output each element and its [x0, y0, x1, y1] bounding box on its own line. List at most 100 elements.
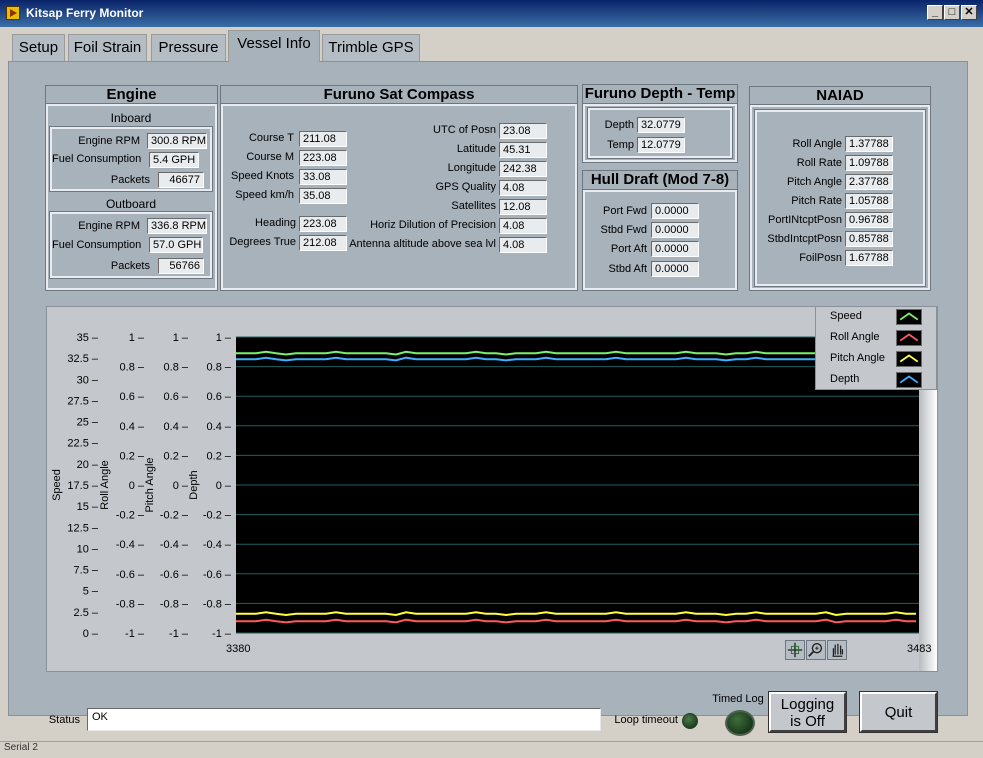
loop-timeout-indicator — [682, 713, 698, 729]
stbd-fwd-label: Stbd Fwd — [600, 224, 647, 236]
outboard-fuel-value: 57.0 GPH — [149, 237, 203, 253]
outboard-fuel-label: Fuel Consumption — [52, 239, 142, 251]
window-title: Kitsap Ferry Monitor — [26, 6, 144, 20]
hdop-label: Horiz Dilution of Precision — [370, 219, 496, 231]
legend-label: Pitch Angle — [830, 352, 886, 364]
hand-icon[interactable] — [827, 640, 847, 660]
port-aft-value: 0.0000 — [651, 241, 699, 257]
minimize-button[interactable]: _ — [927, 5, 943, 20]
satellites-label: Satellites — [451, 200, 496, 212]
close-button[interactable]: ✕ — [961, 5, 977, 20]
roll-rate-value: 1.09788 — [845, 155, 893, 171]
quit-button[interactable]: Quit — [859, 691, 938, 733]
port-intcpt-posn-label: PortINtcptPosn — [768, 214, 842, 226]
timed-log-indicator[interactable] — [725, 710, 755, 736]
gps-quality-value: 4.08 — [499, 180, 547, 196]
stbd-aft-label: Stbd Aft — [608, 263, 647, 275]
app-icon — [6, 6, 20, 20]
engine-title: Engine — [45, 85, 218, 104]
outboard-packets-label: Packets — [110, 260, 150, 272]
inboard-fuel-label: Fuel Consumption — [52, 153, 142, 165]
hull-draft-title: Hull Draft (Mod 7-8) — [582, 170, 738, 190]
degrees-true-value: 212.08 — [299, 235, 347, 251]
loop-timeout-label: Loop timeout — [614, 714, 678, 726]
depth-temp-title: Furuno Depth - Temp — [582, 84, 738, 104]
logging-button[interactable]: Logging is Off — [768, 691, 847, 733]
depth-label: Depth — [604, 119, 634, 131]
stbd-intcpt-posn-label: StbdIntcptPosn — [767, 233, 842, 245]
logging-button-line2: is Off — [790, 713, 825, 730]
tab-setup[interactable]: Setup — [12, 34, 65, 61]
pitch-rate-value: 1.05788 — [845, 193, 893, 209]
port-fwd-value: 0.0000 — [651, 203, 699, 219]
status-field[interactable]: OK — [87, 708, 601, 731]
inboard-packets-label: Packets — [110, 174, 150, 186]
course-t-value: 211.08 — [299, 131, 347, 147]
inboard-rpm-value: 300.8 RPM — [147, 133, 207, 149]
tab-vessel-info[interactable]: Vessel Info — [228, 30, 320, 62]
foil-posn-label: FoilPosn — [799, 252, 842, 264]
course-m-value: 223.08 — [299, 150, 347, 166]
naiad-title: NAIAD — [749, 86, 931, 105]
temp-value: 12.0779 — [637, 137, 685, 153]
stbd-aft-value: 0.0000 — [651, 261, 699, 277]
crosshair-icon[interactable] — [785, 640, 805, 660]
tab-pressure[interactable]: Pressure — [151, 34, 226, 61]
legend-label: Roll Angle — [830, 331, 880, 343]
title-bar: Kitsap Ferry Monitor _ □ ✕ — [0, 0, 983, 27]
zoom-icon[interactable] — [806, 640, 826, 660]
foil-posn-value: 1.67788 — [845, 250, 893, 266]
stbd-intcpt-posn-value: 0.85788 — [845, 231, 893, 247]
waveform-chart-panel — [46, 306, 938, 672]
legend-item-pitch-angle[interactable]: Pitch Angle — [816, 349, 938, 370]
course-m-label: Course M — [246, 151, 294, 163]
outboard-packets-value: 56766 — [158, 258, 204, 274]
port-aft-label: Port Aft — [610, 243, 647, 255]
tab-trimble-gps[interactable]: Trimble GPS — [322, 34, 420, 61]
legend-swatch-depth — [896, 372, 922, 388]
chart-legend: Speed Roll Angle Pitch Angle Depth — [815, 306, 937, 390]
temp-label: Temp — [607, 139, 634, 151]
inboard-title: Inboard — [110, 111, 152, 125]
maximize-button[interactable]: □ — [944, 5, 960, 20]
outboard-rpm-value: 336.8 RPM — [147, 218, 207, 234]
window-statusbar: Serial 2 — [0, 741, 983, 758]
pitch-angle-label: Pitch Angle — [786, 176, 842, 188]
port-intcpt-posn-value: 0.96788 — [845, 212, 893, 228]
stbd-fwd-value: 0.0000 — [651, 222, 699, 238]
roll-rate-label: Roll Rate — [796, 157, 842, 169]
legend-swatch-speed — [896, 309, 922, 325]
pitch-angle-value: 2.37788 — [845, 174, 893, 190]
roll-angle-value: 1.37788 — [845, 136, 893, 152]
speed-kmh-value: 35.08 — [299, 188, 347, 204]
depth-value: 32.0779 — [637, 117, 685, 133]
roll-angle-label: Roll Angle — [792, 138, 842, 150]
latitude-value: 45.31 — [499, 142, 547, 158]
tab-foil-strain[interactable]: Foil Strain — [68, 34, 147, 61]
utc-label: UTC of Posn — [433, 124, 496, 136]
legend-label: Speed — [830, 310, 862, 322]
inboard-packets-value: 46677 — [158, 172, 204, 188]
outboard-title: Outboard — [105, 197, 157, 211]
antenna-altitude-label: Antenna altitude above sea lvl — [349, 238, 496, 250]
legend-item-speed[interactable]: Speed — [816, 307, 938, 328]
compass-title: Furuno Sat Compass — [220, 85, 578, 104]
timed-log-label: Timed Log — [712, 693, 764, 705]
speed-knots-value: 33.08 — [299, 169, 347, 185]
hdop-value: 4.08 — [499, 218, 547, 234]
port-fwd-label: Port Fwd — [602, 205, 647, 217]
legend-label: Depth — [830, 373, 860, 385]
pitch-rate-label: Pitch Rate — [791, 195, 842, 207]
utc-value: 23.08 — [499, 123, 547, 139]
speed-kmh-label: Speed km/h — [235, 189, 294, 201]
legend-item-roll-angle[interactable]: Roll Angle — [816, 328, 938, 349]
legend-item-depth[interactable]: Depth — [816, 370, 938, 391]
longitude-value: 242.38 — [499, 161, 547, 177]
legend-swatch-pitch-angle — [896, 351, 922, 367]
legend-swatch-roll-angle — [896, 330, 922, 346]
gps-quality-label: GPS Quality — [435, 181, 496, 193]
antenna-altitude-value: 4.08 — [499, 237, 547, 253]
logging-button-line1: Logging — [780, 696, 835, 713]
satellites-value: 12.08 — [499, 199, 547, 215]
heading-label: Heading — [255, 217, 296, 229]
